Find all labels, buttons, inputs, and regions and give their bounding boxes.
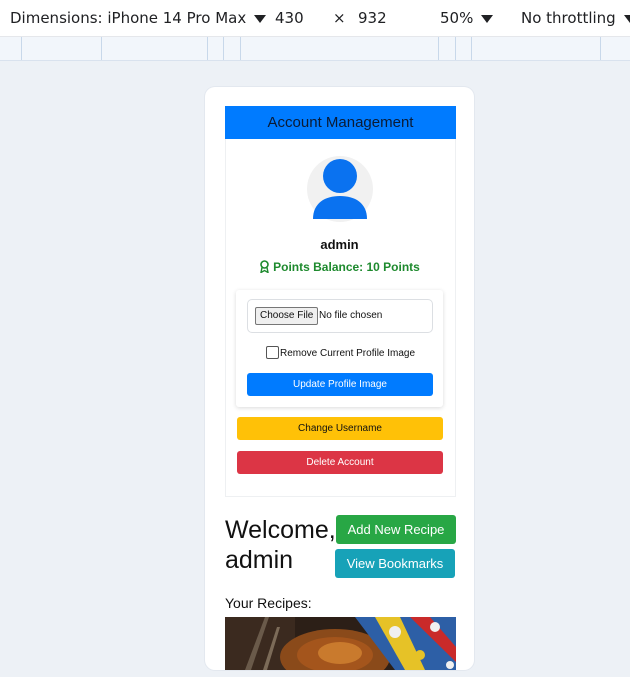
- your-recipes-heading: Your Recipes:: [225, 595, 312, 611]
- change-username-button[interactable]: Change Username: [237, 417, 443, 440]
- ruler-mark: [455, 37, 456, 60]
- remove-image-checkbox[interactable]: [266, 346, 279, 359]
- welcome-line-1: Welcome,: [225, 516, 336, 544]
- points-balance-label: Points Balance: 10 Points: [273, 260, 420, 274]
- caret-down-icon: [254, 14, 267, 23]
- profile-username: admin: [320, 237, 359, 252]
- view-bookmarks-button[interactable]: View Bookmarks: [335, 549, 455, 578]
- file-input[interactable]: Choose File No file chosen: [247, 299, 433, 333]
- times-symbol: ×: [333, 9, 346, 27]
- height-input[interactable]: 932: [358, 9, 387, 27]
- devtools-device-toolbar: Dimensions: iPhone 14 Pro Max 430 × 932 …: [0, 0, 630, 37]
- width-input[interactable]: 430: [275, 9, 304, 27]
- ruler-mark: [240, 37, 241, 60]
- device-viewport: Account Management admin Points Balance:…: [205, 87, 474, 670]
- caret-down-icon: [481, 14, 494, 23]
- media-query-ruler[interactable]: [0, 37, 630, 61]
- points-balance: Points Balance: 10 Points: [205, 260, 474, 274]
- ruler-mark: [438, 37, 439, 60]
- account-card-header: Account Management: [225, 106, 456, 139]
- zoom-dropdown[interactable]: 50%: [440, 9, 494, 27]
- profile-image-form: Choose File No file chosen Remove Curren…: [236, 290, 443, 407]
- user-avatar-icon: [307, 156, 373, 222]
- remove-image-option[interactable]: Remove Current Profile Image: [266, 346, 415, 359]
- ruler-mark: [600, 37, 601, 60]
- ruler-mark: [101, 37, 102, 60]
- ruler-mark: [223, 37, 224, 60]
- add-new-recipe-button[interactable]: Add New Recipe: [336, 515, 456, 544]
- throttling-dropdown[interactable]: No throttling: [521, 9, 630, 27]
- award-icon: [260, 260, 270, 274]
- remove-image-label: Remove Current Profile Image: [280, 348, 416, 359]
- delete-account-button[interactable]: Delete Account: [237, 451, 443, 474]
- ruler-mark: [207, 37, 208, 60]
- ruler-mark: [21, 37, 22, 60]
- ruler-mark: [471, 37, 472, 60]
- file-status: No file chosen: [319, 310, 383, 321]
- throttling-label: No throttling: [521, 9, 616, 27]
- welcome-line-2: admin: [225, 546, 294, 574]
- welcome-heading: Welcome, admin: [225, 515, 336, 575]
- recipe-thumbnail-image[interactable]: [225, 617, 456, 670]
- dimensions-dropdown[interactable]: Dimensions: iPhone 14 Pro Max: [10, 9, 267, 27]
- dimensions-label: Dimensions: iPhone 14 Pro Max: [10, 9, 247, 27]
- choose-file-button[interactable]: Choose File: [255, 307, 319, 325]
- update-profile-image-button[interactable]: Update Profile Image: [247, 373, 433, 396]
- zoom-label: 50%: [440, 9, 474, 27]
- caret-down-icon: [623, 14, 630, 23]
